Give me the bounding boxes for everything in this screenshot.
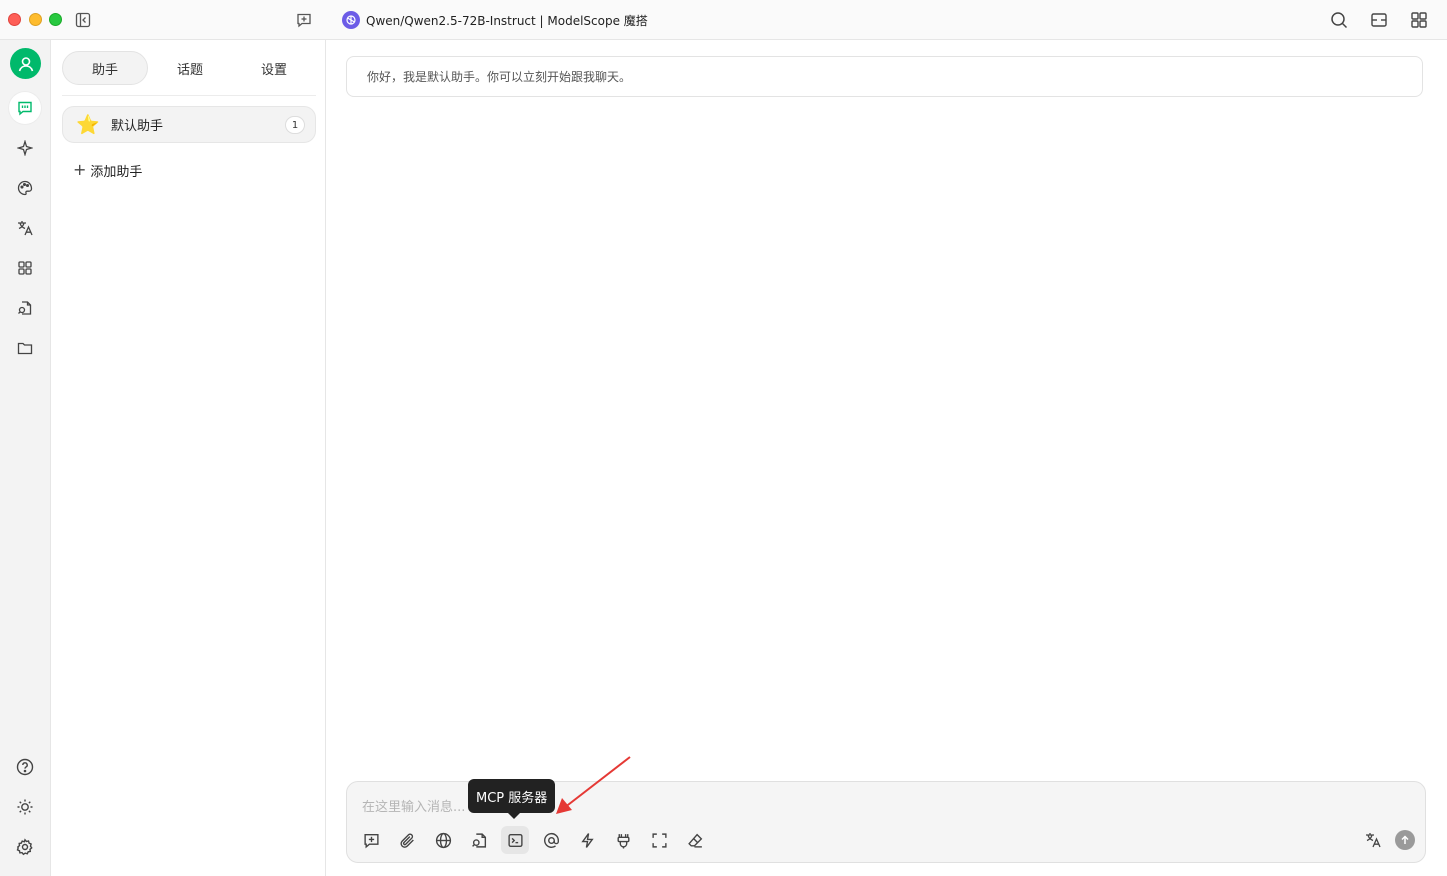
search-icon[interactable] (1327, 8, 1351, 32)
window-title: Qwen/Qwen2.5-72B-Instruct | ModelScope 魔… (366, 13, 648, 28)
chat-main: 你好，我是默认助手。你可以立刻开始跟我聊天。 在这里输入消息... (326, 40, 1447, 876)
chat-icon[interactable] (9, 92, 41, 124)
plugin-icon[interactable] (609, 826, 637, 854)
tab-assistants[interactable]: 助手 (62, 51, 148, 85)
close-window-button[interactable] (8, 13, 21, 26)
tab-topics[interactable]: 话题 (148, 51, 232, 85)
model-logo-icon (342, 11, 360, 29)
add-assistant-button[interactable]: + 添加助手 (73, 160, 142, 180)
new-topic-icon[interactable] (357, 826, 385, 854)
sparkle-icon[interactable] (9, 132, 41, 164)
assistant-sidebar: 助手 话题 设置 ⭐ 默认助手 1 + 添加助手 (51, 40, 326, 876)
apps-icon[interactable] (9, 252, 41, 284)
minimize-window-button[interactable] (29, 13, 42, 26)
annotation-arrow (540, 752, 640, 822)
mini-apps-icon[interactable] (1407, 8, 1431, 32)
star-icon: ⭐ (76, 113, 100, 136)
palette-icon[interactable] (9, 172, 41, 204)
plus-icon: + (73, 160, 87, 179)
tab-settings[interactable]: 设置 (232, 51, 316, 85)
settings-icon[interactable] (9, 831, 41, 863)
eraser-icon[interactable] (681, 826, 709, 854)
title-bar: Qwen/Qwen2.5-72B-Instruct | ModelScope 魔… (0, 0, 1447, 40)
topic-count-badge: 1 (285, 116, 305, 134)
assistant-item-default[interactable]: ⭐ 默认助手 1 (62, 106, 316, 143)
sidebar-tabs: 助手 话题 设置 (62, 51, 316, 85)
toggle-sidebar-icon[interactable] (71, 8, 95, 32)
translate-icon[interactable] (9, 212, 41, 244)
icon-rail (0, 40, 51, 876)
web-search-icon[interactable] (429, 826, 457, 854)
knowledge-icon[interactable] (465, 826, 493, 854)
file-search-icon[interactable] (9, 292, 41, 324)
add-assistant-label: 添加助手 (90, 164, 143, 180)
mcp-terminal-icon[interactable] (501, 826, 529, 854)
assistant-name: 默认助手 (111, 119, 164, 134)
fullscreen-icon[interactable] (645, 826, 673, 854)
help-icon[interactable] (9, 751, 41, 783)
folder-icon[interactable] (9, 332, 41, 364)
mention-icon[interactable] (537, 826, 565, 854)
narrow-mode-icon[interactable] (1367, 8, 1391, 32)
translate-icon[interactable] (1359, 826, 1387, 854)
tooltip-arrow (508, 813, 520, 819)
divider (62, 95, 316, 96)
welcome-message: 你好，我是默认助手。你可以立刻开始跟我聊天。 (346, 56, 1423, 97)
attachment-icon[interactable] (393, 826, 421, 854)
message-input[interactable]: 在这里输入消息... (362, 796, 465, 815)
new-topic-icon[interactable] (292, 8, 316, 32)
app-window: Qwen/Qwen2.5-72B-Instruct | ModelScope 魔… (0, 0, 1447, 876)
user-avatar[interactable] (10, 48, 41, 79)
maximize-window-button[interactable] (49, 13, 62, 26)
theme-icon[interactable] (9, 791, 41, 823)
welcome-text: 你好，我是默认助手。你可以立刻开始跟我聊天。 (367, 70, 632, 84)
quick-phrase-icon[interactable] (573, 826, 601, 854)
send-button[interactable] (1395, 830, 1415, 850)
